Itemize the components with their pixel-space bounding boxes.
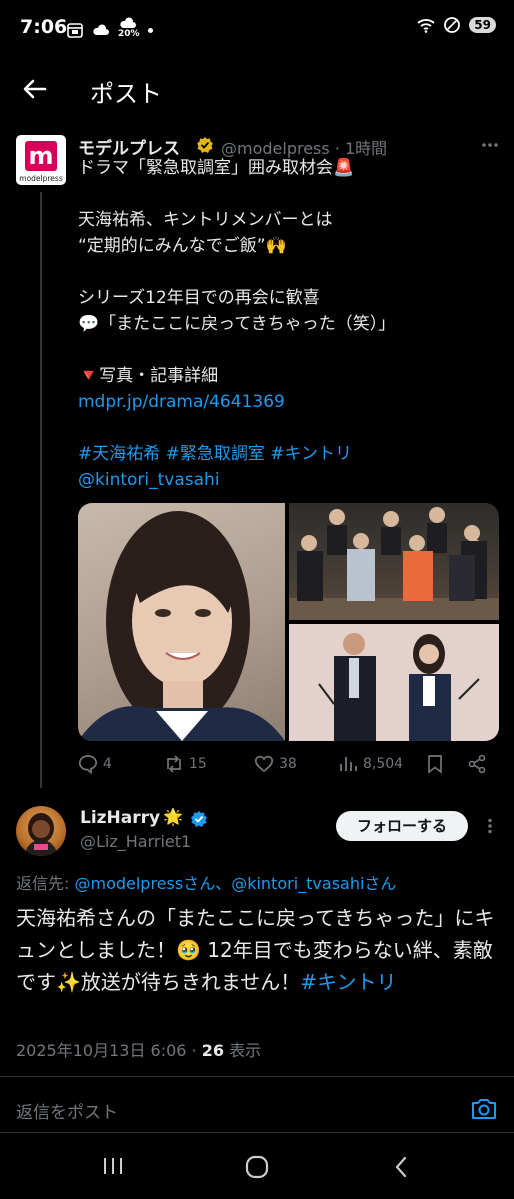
heart-icon (254, 755, 274, 773)
camera-icon[interactable] (470, 1095, 498, 1123)
follow-button[interactable]: フォローする (336, 811, 468, 841)
reply-to-users[interactable]: @modelpressさん、@kintori_tvasahiさん (74, 874, 396, 893)
back-icon[interactable] (392, 1154, 410, 1180)
avatar[interactable]: m modelpress (16, 135, 66, 185)
verified-badge-icon (197, 137, 213, 153)
divider (0, 1076, 514, 1077)
post-hashtags[interactable]: #天海祐希 #緊急取調室 #キントリ (78, 441, 395, 467)
star-emoji: 🌟 (163, 807, 183, 826)
reply-count: 4 (103, 756, 112, 772)
repost-count: 15 (189, 756, 207, 772)
wifi-icon (417, 19, 435, 33)
post-line (78, 337, 395, 363)
photo-press-conference[interactable] (289, 624, 499, 741)
media-grid (78, 503, 499, 741)
reply-avatar[interactable] (16, 806, 66, 856)
reply-to-line: 返信先: @modelpressさん、@kintori_tvasahiさん (16, 874, 397, 893)
post-line: シリーズ12年目での再会に歓喜 (78, 288, 320, 308)
page-title: ポスト (90, 80, 162, 108)
repost-icon (167, 755, 181, 773)
post-line: 💬「またここに戻ってきちゃった（笑）」 (78, 314, 396, 334)
calendar-icon (67, 23, 83, 38)
views-icon (340, 757, 357, 771)
more-options-icon[interactable] (480, 818, 500, 834)
views-button[interactable]: 8,504 (338, 754, 403, 774)
divider (0, 1132, 514, 1133)
post-line: ドラマ「緊急取調室」囲み取材会🚨 (78, 158, 355, 178)
reply-input[interactable]: 返信をポスト (16, 1098, 118, 1123)
post-line (78, 181, 395, 207)
home-icon[interactable] (244, 1154, 270, 1180)
arrow-left-icon[interactable] (20, 74, 50, 104)
post-line (78, 259, 395, 285)
status-time: 7:06 (20, 16, 68, 38)
reply-views-count: 26 (201, 1041, 224, 1060)
thread-line (40, 192, 42, 788)
status-bar: 7:06 20% 59 (0, 0, 514, 56)
more-options-icon[interactable] (480, 137, 500, 153)
reply-meta: 2025年10月13日 6:06 · 26 表示 (16, 1041, 262, 1060)
photo-cast-group[interactable] (289, 503, 499, 620)
system-nav-bar (0, 1140, 514, 1199)
reply-icon (78, 755, 98, 774)
cloud-icon (93, 24, 109, 35)
reply-button[interactable]: 4 (78, 754, 112, 774)
views-count: 8,504 (363, 756, 404, 772)
post-link[interactable]: mdpr.jp/drama/4641369 (78, 389, 395, 415)
share-icon (468, 754, 486, 774)
dnd-icon (444, 17, 461, 33)
bookmark-icon (428, 755, 442, 774)
bookmark-button[interactable] (425, 754, 445, 774)
like-count: 38 (279, 756, 297, 772)
repost-button[interactable]: 15 (164, 754, 207, 774)
battery-indicator: 59 (469, 17, 496, 33)
post-line: 天海祐希、キントリメンバーとは (78, 210, 333, 230)
photo-portrait[interactable] (78, 503, 285, 741)
weather-icon: 20% (118, 17, 140, 43)
like-button[interactable]: 38 (254, 754, 297, 774)
reply-author-name[interactable]: LizHarry (80, 808, 160, 828)
share-button[interactable] (467, 754, 487, 774)
post-line: 🔻写真・記事詳細 (78, 366, 219, 386)
notification-dot (148, 27, 153, 33)
reply-date: 2025年10月13日 6:06 · (16, 1041, 202, 1060)
recent-apps-icon[interactable] (102, 1154, 124, 1178)
modelpress-logo: m (25, 141, 57, 171)
post-line: “定期的にみんなでご飯”🙌 (78, 236, 287, 256)
verified-badge-icon (191, 811, 207, 827)
reply-hashtag[interactable]: #キントリ (300, 970, 396, 994)
post-mention[interactable]: @kintori_tvasahi (78, 467, 395, 493)
top-bar: ポスト (0, 64, 514, 114)
action-bar: 4 15 38 8,504 (78, 754, 499, 778)
temperature-text: 20% (118, 29, 140, 39)
reply-author-handle: @Liz_Harriet1 (80, 832, 192, 851)
post-text: ドラマ「緊急取調室」囲み取材会🚨 天海祐希、キントリメンバーとは “定期的にみん… (78, 155, 395, 493)
avatar-brand-text: modelpress (19, 174, 63, 183)
reply-text: 天海祐希さんの「またここに戻ってきちゃった」にキュンとしました！🥹 12年目でも… (16, 906, 495, 994)
